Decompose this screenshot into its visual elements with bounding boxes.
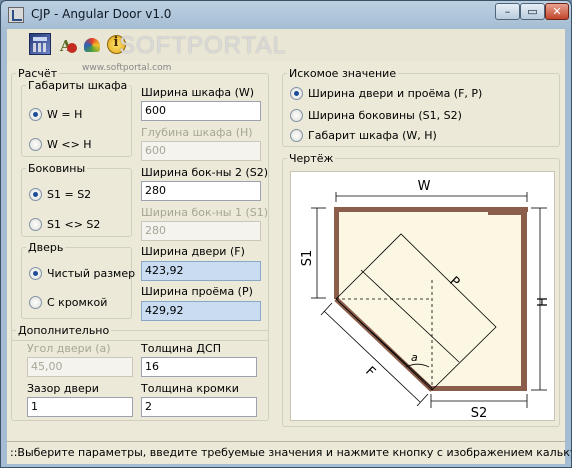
sides-label: Боковины <box>28 162 86 175</box>
cabinet-depth-label: Глубина шкафа (H) <box>141 126 253 139</box>
app-icon <box>8 7 24 23</box>
edge-thickness-input[interactable]: 2 <box>141 397 257 417</box>
target-door-opening-label: Ширина двери и проёма (F, P) <box>308 87 483 100</box>
cabinet-width-label: Ширина шкафа (W) <box>141 86 255 99</box>
rear-strip <box>488 211 524 215</box>
label-s2: S2 <box>471 406 488 420</box>
dim-f-ext-bottom <box>416 393 429 407</box>
drawing-canvas: a P W S1 H S2 F <box>290 171 555 421</box>
sides-equal-radio[interactable] <box>29 188 42 201</box>
app-window: CJP - Angular Door v1.0 – ▭ ✕ A i SOFTPO… <box>0 0 572 468</box>
opening-width-output[interactable]: 429,92 <box>141 301 261 321</box>
side-panel-s2 <box>431 386 527 391</box>
side2-width-input[interactable]: 280 <box>141 181 261 201</box>
board-thickness-label: Толщина ДСП <box>141 342 221 355</box>
side1-width-label: Ширина бок-ны 1 (S1) <box>141 206 269 219</box>
tools-icon[interactable]: A <box>57 33 79 55</box>
target-side-radio[interactable] <box>290 109 303 122</box>
door-edge-label: С кромкой <box>47 296 108 309</box>
target-door-opening-radio[interactable] <box>290 87 303 100</box>
color-palette-icon[interactable] <box>81 33 103 55</box>
target-label: Искомое значение <box>289 67 397 80</box>
dimensions-label: Габариты шкафа <box>28 79 128 92</box>
door-width-output[interactable]: 423,92 <box>141 261 261 281</box>
target-side-label: Ширина боковины (S1, S2) <box>308 109 462 122</box>
door-angle-label: Угол двери (а) <box>27 342 111 355</box>
side1-width-input[interactable]: 280 <box>141 221 261 241</box>
board-thickness-input[interactable]: 16 <box>141 357 257 377</box>
dimensions-notequal-radio[interactable] <box>29 138 42 151</box>
door-width-label: Ширина двери (F) <box>141 245 245 258</box>
tools-dot <box>67 43 77 53</box>
door-gap-input[interactable]: 1 <box>27 397 133 417</box>
label-h: H <box>536 297 551 307</box>
close-button[interactable]: ✕ <box>545 3 569 20</box>
maximize-button[interactable]: ▭ <box>520 3 545 20</box>
minimize-button[interactable]: – <box>495 3 520 20</box>
cabinet-depth-input[interactable]: 600 <box>141 141 261 161</box>
calculator-icon[interactable] <box>29 33 51 55</box>
cabinet-diagram: a P W S1 H S2 F <box>300 179 551 420</box>
dimensions-equal-label: W = H <box>47 108 83 121</box>
door-clean-radio[interactable] <box>29 267 42 280</box>
sides-notequal-label: S1 <> S2 <box>47 218 101 231</box>
extra-label: Дополнительно <box>18 324 110 337</box>
cabinet-fill <box>336 208 526 389</box>
opening-width-label: Ширина проёма (P) <box>141 285 253 298</box>
watermark: SOFTPORTAL <box>119 32 287 59</box>
door-label: Дверь <box>28 241 64 254</box>
target-cabinet-radio[interactable] <box>290 129 303 142</box>
target-cabinet-label: Габарит шкафа (W, H) <box>308 129 437 142</box>
toolbar: A i SOFTPORTAL www.softportal.com <box>7 29 565 73</box>
label-f: F <box>362 364 378 380</box>
sides-equal-label: S1 = S2 <box>47 188 92 201</box>
label-a: a <box>411 351 418 364</box>
door-clean-label: Чистый размер <box>47 267 136 280</box>
status-bar: ::Выберите параметры, введите требуемые … <box>7 441 571 464</box>
cabinet-width-input[interactable]: 600 <box>141 101 261 121</box>
title-bar[interactable]: CJP - Angular Door v1.0 – ▭ ✕ <box>1 1 571 29</box>
sides-notequal-radio[interactable] <box>29 218 42 231</box>
label-s1: S1 <box>300 250 315 267</box>
dimensions-notequal-label: W <> H <box>47 138 92 151</box>
side-panel-h <box>521 207 527 391</box>
dimensions-equal-radio[interactable] <box>29 108 42 121</box>
edge-thickness-label: Толщина кромки <box>141 382 239 395</box>
window-title: CJP - Angular Door v1.0 <box>31 7 172 21</box>
drawing-label: Чертёж <box>289 152 334 165</box>
status-text: ::Выберите параметры, введите требуемые … <box>10 446 572 459</box>
side-panel-s1 <box>334 207 339 299</box>
client-area: A i SOFTPORTAL www.softportal.com Расчёт… <box>7 29 571 464</box>
maximize-icon: ▭ <box>527 5 538 18</box>
side2-width-label: Ширина бок-ны 2 (S2) <box>141 166 269 179</box>
door-edge-radio[interactable] <box>29 296 42 309</box>
close-icon: ✕ <box>552 5 562 18</box>
label-w: W <box>418 179 431 194</box>
door-gap-label: Зазор двери <box>27 382 99 395</box>
door-angle-input[interactable]: 45,00 <box>27 357 133 377</box>
minimize-icon: – <box>504 5 511 18</box>
